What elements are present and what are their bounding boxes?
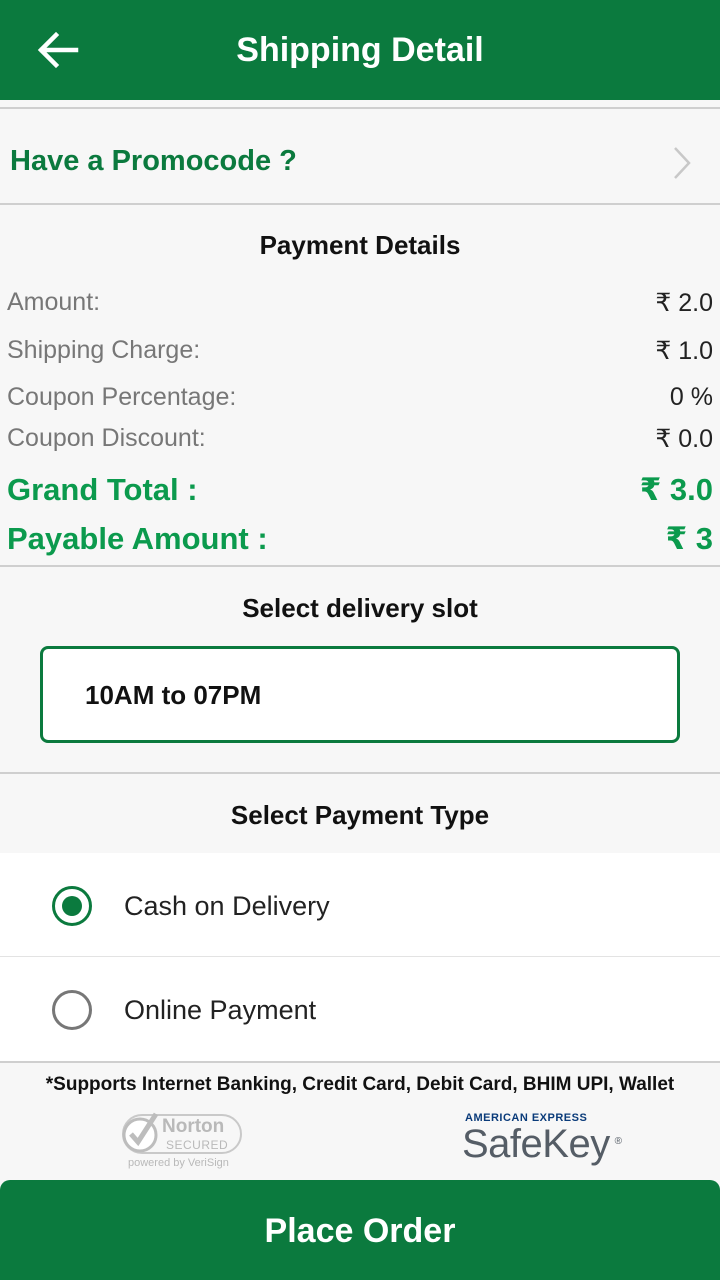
amount-value: ₹ 2.0 — [655, 289, 713, 317]
divider — [0, 565, 720, 567]
delivery-slot-select[interactable]: 10AM to 07PM — [40, 646, 680, 743]
amex-safekey-logo: AMERICAN EXPRESS SafeKey ® — [462, 1112, 622, 1166]
place-order-button[interactable]: Place Order — [0, 1180, 720, 1280]
radio-selected-icon[interactable] — [52, 886, 92, 926]
coupon-percentage-value: 0 % — [669, 383, 713, 411]
place-order-label: Place Order — [264, 1212, 456, 1250]
online-payment-option[interactable]: Online Payment — [0, 957, 720, 1061]
page-title: Shipping Detail — [236, 31, 484, 69]
chevron-right-icon — [674, 147, 691, 179]
divider — [0, 203, 720, 205]
online-payment-label: Online Payment — [124, 995, 317, 1025]
promocode-label: Have a Promocode ? — [10, 145, 297, 177]
coupon-discount-value: ₹ 0.0 — [655, 425, 713, 453]
cash-on-delivery-label: Cash on Delivery — [124, 891, 330, 921]
coupon-discount-label: Coupon Discount: — [7, 424, 206, 452]
divider — [0, 107, 720, 109]
grand-total-label: Grand Total : — [7, 472, 198, 507]
shipping-charge-value: ₹ 1.0 — [655, 337, 713, 365]
cash-on-delivery-option[interactable]: Cash on Delivery — [0, 853, 720, 957]
payment-details-title: Payment Details — [259, 230, 461, 260]
coupon-percentage-label: Coupon Percentage: — [7, 383, 237, 411]
payment-type-title: Select Payment Type — [230, 800, 490, 830]
promocode-row[interactable]: Have a Promocode ? — [0, 110, 720, 203]
norton-secured-logo: Norton SECURED powered by VeriSign — [120, 1110, 244, 1172]
grand-total-value: ₹ 3.0 — [639, 472, 713, 507]
radio-unselected-icon[interactable] — [52, 990, 92, 1030]
norton-check-icon — [122, 1112, 159, 1153]
divider — [0, 772, 720, 774]
payable-amount-value: ₹ 3 — [665, 521, 713, 556]
app-bar: Shipping Detail — [0, 0, 720, 100]
amount-label: Amount: — [7, 288, 101, 316]
delivery-slot-value: 10AM to 07PM — [85, 680, 262, 710]
delivery-slot-title: Select delivery slot — [242, 593, 478, 623]
shipping-charge-label: Shipping Charge: — [7, 336, 201, 364]
divider — [0, 1061, 720, 1063]
supported-methods-text: *Supports Internet Banking, Credit Card,… — [45, 1074, 675, 1095]
payable-amount-label: Payable Amount : — [7, 521, 268, 556]
